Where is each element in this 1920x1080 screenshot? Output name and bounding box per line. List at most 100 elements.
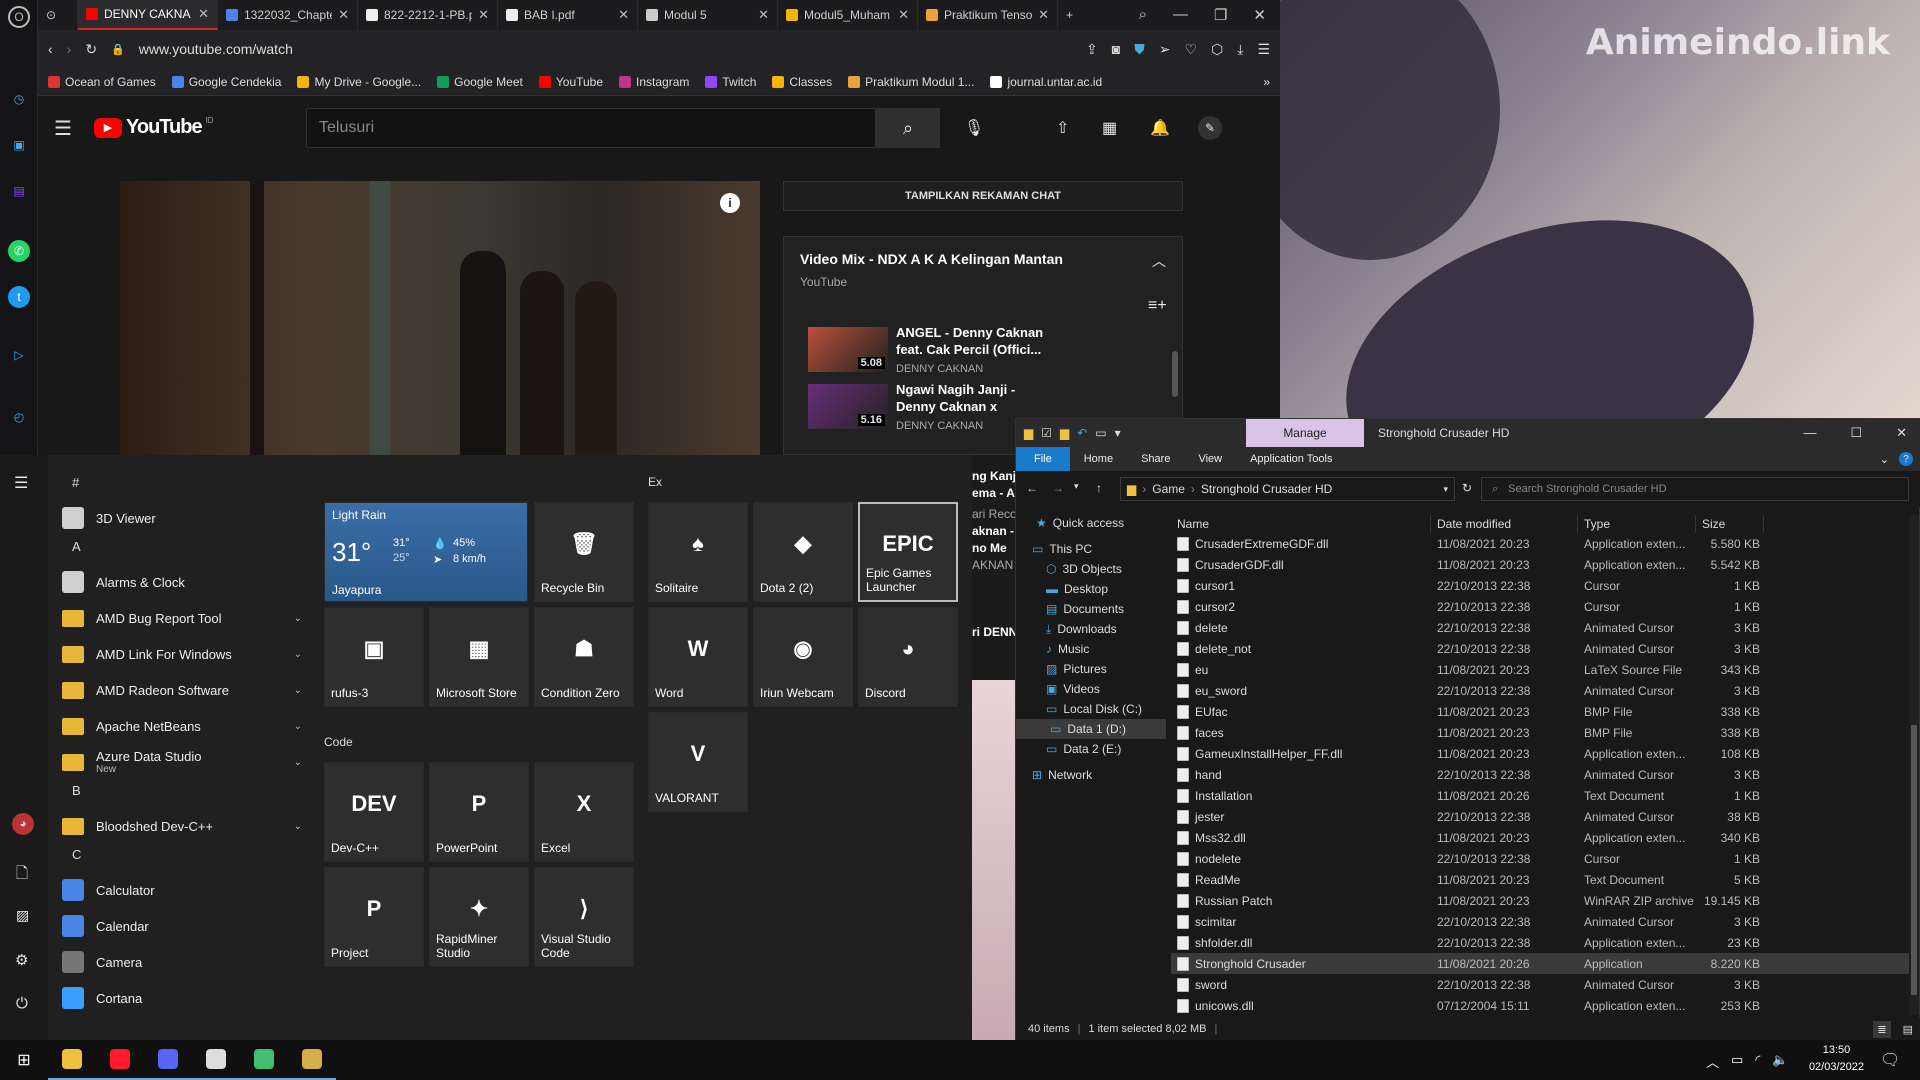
start-tile[interactable]: ✦ RapidMiner Studio xyxy=(429,867,529,967)
bookmark-item[interactable]: My Drive - Google... xyxy=(297,75,421,89)
forward-icon[interactable]: › xyxy=(67,41,72,57)
apps-grid-icon[interactable]: ▦ xyxy=(1102,118,1117,138)
alpha-group-header[interactable]: B xyxy=(72,783,81,798)
large-icons-view-icon[interactable]: ▤ xyxy=(1899,1021,1920,1038)
nav-item[interactable]: ▣ Videos xyxy=(1046,679,1100,699)
url-field[interactable]: www.youtube.com/watch xyxy=(139,41,1072,57)
more-bookmarks-icon[interactable]: » xyxy=(1263,75,1270,89)
start-tile[interactable]: EPIC Epic Games Launcher xyxy=(858,502,958,602)
back-icon[interactable]: ‹ xyxy=(48,41,53,57)
wifi-icon[interactable]: ◜ xyxy=(1755,1052,1760,1071)
browser-tab[interactable]: Modul 5 ✕ xyxy=(638,0,778,30)
start-tile[interactable]: ▣ rufus-3 xyxy=(324,607,424,707)
details-view-icon[interactable]: ≣ xyxy=(1873,1020,1891,1038)
tab-close-icon[interactable]: ✕ xyxy=(898,7,909,23)
video-thumbnail[interactable]: 5.16 xyxy=(808,384,888,429)
wallet-icon[interactable]: ▣ xyxy=(8,134,30,156)
start-tile[interactable]: ◆ Dota 2 (2) xyxy=(753,502,853,602)
nav-item[interactable]: ⊞ Network xyxy=(1032,765,1092,785)
taskbar-app[interactable] xyxy=(288,1040,336,1080)
bookmark-item[interactable]: Ocean of Games xyxy=(48,75,156,89)
scrollbar-thumb[interactable] xyxy=(1911,725,1917,995)
back-icon[interactable]: ← xyxy=(1026,481,1038,495)
new-folder-icon[interactable]: ▆ xyxy=(1060,426,1069,440)
start-folder-item[interactable]: Azure Data Studio New ⌄ xyxy=(62,747,302,777)
start-folder-item[interactable]: Apache NetBeans ⌄ xyxy=(62,711,302,741)
start-app-item[interactable]: 3D Viewer xyxy=(62,503,302,533)
browser-tab[interactable]: DENNY CAKNA ✕ xyxy=(78,0,218,30)
documents-icon[interactable]: 🗋 xyxy=(16,863,28,888)
rename-icon[interactable]: ▭ xyxy=(1095,426,1106,440)
notifications-icon[interactable]: 🔔 xyxy=(1150,118,1170,138)
start-tile[interactable]: ▦ Microsoft Store xyxy=(429,607,529,707)
column-name[interactable]: Name xyxy=(1171,515,1431,533)
address-path[interactable]: ▆ › Game › Stronghold Crusader HD ▾ xyxy=(1120,477,1455,501)
speed-dial-icon[interactable]: ◷ xyxy=(8,88,30,110)
tab-close-icon[interactable]: ✕ xyxy=(1038,7,1049,23)
minimize-button[interactable]: — xyxy=(1173,6,1188,24)
power-icon[interactable]: ⏻ xyxy=(16,995,28,1012)
download-icon[interactable]: ⤓ xyxy=(1237,41,1243,58)
expand-icon[interactable]: ☰ xyxy=(14,473,28,493)
expand-ribbon-icon[interactable]: ⌄ xyxy=(1880,453,1889,466)
file-row[interactable]: sword 22/10/2013 22:38 Animated Cursor 3 KB xyxy=(1171,974,1911,995)
nav-item[interactable]: ⬡ 3D Objects xyxy=(1046,559,1122,579)
file-row[interactable]: hand 22/10/2013 22:38 Animated Cursor 3 KB xyxy=(1171,764,1911,785)
file-row[interactable]: Installation 11/08/2021 20:26 Text Documen… xyxy=(1171,785,1911,806)
start-app-item[interactable]: Camera xyxy=(62,947,302,977)
start-app-item[interactable]: Calculator xyxy=(62,875,302,905)
manage-tab[interactable]: Manage xyxy=(1246,419,1364,447)
file-row[interactable]: eu 11/08/2021 20:23 LaTeX Source File 343 K… xyxy=(1171,659,1911,680)
workspaces-icon[interactable]: ⊙ xyxy=(38,0,78,30)
start-folder-item[interactable]: AMD Bug Report Tool ⌄ xyxy=(62,603,302,633)
file-row[interactable]: eu_sword 22/10/2013 22:38 Animated Cursor 3… xyxy=(1171,680,1911,701)
playlist-options-icon[interactable]: ≡+ xyxy=(1148,297,1167,315)
start-tile[interactable]: V VALORANT xyxy=(648,712,748,812)
bookmark-item[interactable]: journal.untar.ac.id xyxy=(990,75,1102,89)
start-tile[interactable]: P PowerPoint xyxy=(429,762,529,862)
ribbon-tab[interactable]: Share xyxy=(1127,447,1184,471)
help-icon[interactable]: ? xyxy=(1899,452,1913,466)
file-row[interactable]: delete_not 22/10/2013 22:38 Animated Curso… xyxy=(1171,638,1911,659)
volume-icon[interactable]: 🔈 xyxy=(1772,1052,1788,1071)
tab-close-icon[interactable]: ✕ xyxy=(758,7,769,23)
snapshot-icon[interactable]: ◙ xyxy=(1112,41,1120,57)
notification-center-icon[interactable]: 🗨 xyxy=(1880,1050,1900,1070)
tab-close-icon[interactable]: ✕ xyxy=(618,7,629,23)
up-icon[interactable]: ↑ xyxy=(1096,481,1102,495)
collapse-icon[interactable]: ︿ xyxy=(1152,251,1166,271)
bookmark-item[interactable]: Classes xyxy=(772,75,832,89)
twitter-icon[interactable]: t xyxy=(8,286,30,308)
easy-setup-icon[interactable]: ☰ xyxy=(1257,41,1270,58)
start-tile[interactable]: ⟩ Visual Studio Code xyxy=(534,867,634,967)
start-tile[interactable]: ◉ Iriun Webcam xyxy=(753,607,853,707)
file-row[interactable]: GameuxInstallHelper_FF.dll 11/08/2021 20:… xyxy=(1171,743,1911,764)
start-tile[interactable]: P Project xyxy=(324,867,424,967)
start-app-item[interactable]: Alarms & Clock xyxy=(62,567,302,597)
vpn-shield-icon[interactable]: ⛊ xyxy=(1134,41,1145,58)
start-app-item[interactable]: Cortana xyxy=(62,983,302,1013)
column-date[interactable]: Date modified xyxy=(1431,515,1578,533)
taskbar-app[interactable] xyxy=(240,1040,288,1080)
taskbar-app[interactable] xyxy=(192,1040,240,1080)
file-row[interactable]: scimitar 22/10/2013 22:38 Animated Cursor 3… xyxy=(1171,911,1911,932)
show-hidden-icons[interactable]: ︿ xyxy=(1706,1052,1719,1071)
file-row[interactable]: cursor2 22/10/2013 22:38 Cursor 1 KB xyxy=(1171,596,1911,617)
reload-icon[interactable]: ↻ xyxy=(85,41,97,58)
nav-item[interactable]: ⤓ Downloads xyxy=(1046,619,1117,639)
nav-item[interactable]: ▬ Desktop xyxy=(1046,579,1108,599)
file-row[interactable]: CrusaderGDF.dll 11/08/2021 20:23 Applicati… xyxy=(1171,554,1911,575)
ribbon-tab[interactable]: View xyxy=(1184,447,1236,471)
undo-icon[interactable]: ↶ xyxy=(1077,426,1087,440)
file-row[interactable]: jester 22/10/2013 22:38 Animated Cursor 38 … xyxy=(1171,806,1911,827)
start-tile[interactable]: ♠ Solitaire xyxy=(648,502,748,602)
start-tile[interactable]: 🗑 Recycle Bin xyxy=(534,502,634,602)
system-clock[interactable]: 13:50 02/03/2022 xyxy=(1809,1042,1864,1076)
video-thumbnail[interactable]: 5.08 xyxy=(808,327,888,372)
file-row[interactable]: Stronghold Crusader 11/08/2021 20:26 Appli… xyxy=(1171,953,1911,974)
browser-tab[interactable]: Praktikum Tenso ✕ xyxy=(918,0,1058,30)
video-title[interactable]: Ngawi Nagih Janji - Denny Caknan x xyxy=(896,381,1046,415)
start-tile[interactable]: X Excel xyxy=(534,762,634,862)
minimize-button[interactable]: — xyxy=(1803,425,1816,441)
start-folder-item[interactable]: AMD Radeon Software ⌄ xyxy=(62,675,302,705)
